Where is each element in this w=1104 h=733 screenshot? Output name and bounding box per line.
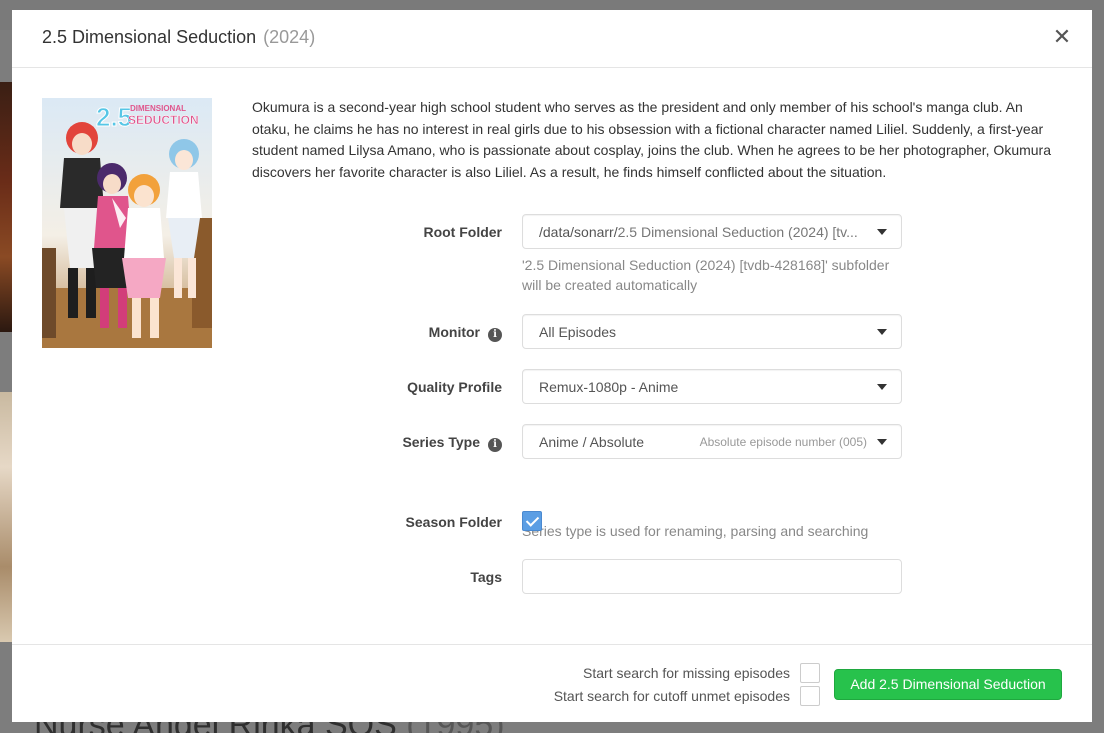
info-icon[interactable]: i [488,328,502,342]
modal-header: 2.5 Dimensional Seduction (2024) ✕ [12,10,1092,68]
quality-profile-select[interactable]: Remux-1080p - Anime [522,369,902,404]
monitor-row: Monitor i All Episodes [252,314,902,350]
series-poster: 2.5 DIMENSIONAL SEDUCTION [42,98,212,348]
close-icon[interactable]: ✕ [1050,26,1074,50]
monitor-select[interactable]: All Episodes [522,314,902,349]
chevron-down-icon [877,384,887,390]
root-folder-select[interactable]: /data/sonarr/2.5 Dimensional Seduction (… [522,214,902,249]
root-folder-row: Root Folder /data/sonarr/2.5 Dimensional… [252,214,902,250]
info-icon[interactable]: i [488,438,502,452]
poster-logo-number: 2.5 [96,102,132,132]
series-year: (2024) [263,27,316,47]
monitor-value: All Episodes [539,324,617,340]
quality-profile-row: Quality Profile Remux-1080p - Anime [252,369,902,405]
series-type-select[interactable]: Anime / Absolute Absolute episode number… [522,424,902,459]
search-cutoff-label: Start search for cutoff unmet episodes [553,688,790,704]
quality-profile-value: Remux-1080p - Anime [539,379,679,395]
season-folder-label: Season Folder [405,514,502,530]
tags-label: Tags [470,569,502,585]
background-poster [0,392,12,642]
modal-footer: Start search for missing episodes Start … [12,644,1092,722]
search-missing-checkbox[interactable] [800,663,820,683]
root-folder-help-line1: '2.5 Dimensional Seduction (2024) [tvdb-… [522,257,890,273]
poster-image: 2.5 DIMENSIONAL SEDUCTION [42,98,212,348]
series-type-label: Series Type i [252,434,502,452]
poster-logo-line1: DIMENSIONAL [130,104,186,113]
poster-logo-line2: SEDUCTION [128,113,199,127]
chevron-down-icon [877,329,887,335]
background-poster [0,82,12,332]
add-series-button[interactable]: Add 2.5 Dimensional Seduction [834,669,1062,700]
quality-profile-label: Quality Profile [407,379,502,395]
search-cutoff-checkbox[interactable] [800,686,820,706]
search-missing-label: Start search for missing episodes [583,665,790,681]
add-series-modal: 2.5 Dimensional Seduction (2024) ✕ 2.5 D… [12,10,1092,722]
season-folder-row: Season Folder [252,504,902,540]
series-type-label-text: Series Type [402,434,480,450]
series-type-hint: Absolute episode number (005) [699,435,867,449]
chevron-down-icon [877,229,887,235]
monitor-label: Monitor i [252,324,502,342]
monitor-label-text: Monitor [428,324,480,340]
root-folder-label: Root Folder [423,224,502,240]
series-type-value: Anime / Absolute [539,434,645,450]
tags-row: Tags [252,559,902,595]
chevron-down-icon [877,439,887,445]
root-folder-help: '2.5 Dimensional Seduction (2024) [tvdb-… [522,255,889,295]
root-folder-path-prefix: /data/sonarr/ [539,224,618,240]
modal-body: 2.5 DIMENSIONAL SEDUCTION Okumura is a s… [12,68,1092,644]
season-folder-checkbox[interactable] [522,511,542,531]
root-folder-path-rest: 2.5 Dimensional Seduction (2024) [tv... [617,224,858,240]
series-type-row: Series Type i Anime / Absolute Absolute e… [252,424,902,460]
modal-title: 2.5 Dimensional Seduction (2024) [42,27,315,48]
tags-input[interactable] [522,559,902,594]
series-overview: Okumura is a second-year high school stu… [252,99,1052,180]
root-folder-help-line2: will be created automatically [522,277,698,293]
series-title: 2.5 Dimensional Seduction [42,27,257,47]
